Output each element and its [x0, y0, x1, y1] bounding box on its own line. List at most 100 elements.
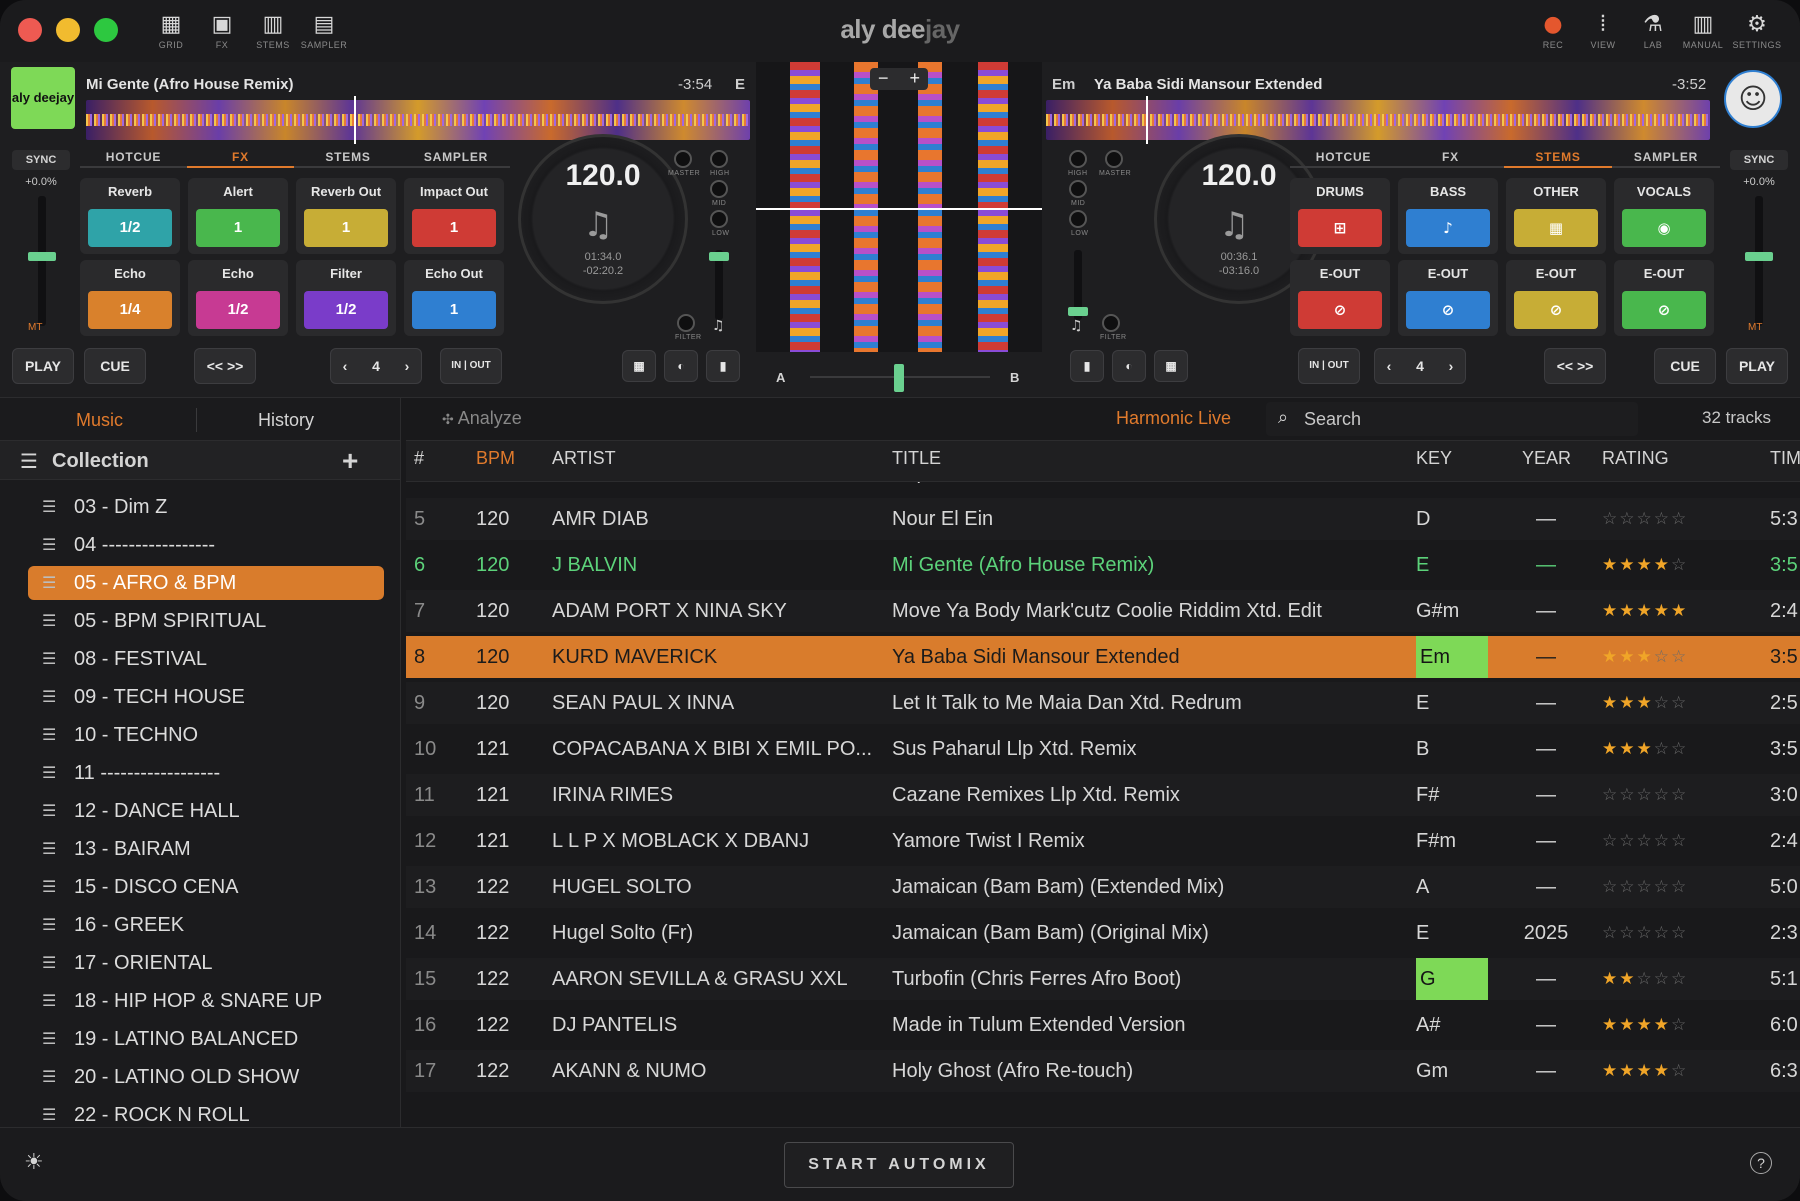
table-row[interactable]: 10 121 COPACABANA X BIBI X EMIL PO... Sus P…: [406, 728, 1800, 770]
deck-b-vocal-icon[interactable]: ◐: [1112, 350, 1146, 382]
col-artist[interactable]: ARTIST: [552, 448, 616, 469]
star-icon[interactable]: ★: [1619, 601, 1636, 621]
help-icon[interactable]: ?: [1750, 1152, 1772, 1174]
star-icon[interactable]: ★: [1602, 1015, 1619, 1035]
deck-a-headphones-icon[interactable]: ♫: [712, 318, 725, 334]
table-row[interactable]: 11 121 IRINA RIMES Cazane Remixes Llp Xtd. …: [406, 774, 1800, 816]
rating-stars[interactable]: ★★★★☆: [1602, 544, 1688, 586]
rating-stars[interactable]: ☆☆☆☆☆: [1602, 866, 1688, 908]
deck-b-filter-knob[interactable]: [1102, 314, 1120, 332]
deck-a-fx-pad[interactable]: Echo 1/2: [188, 260, 288, 336]
star-icon[interactable]: ☆: [1602, 482, 1619, 483]
star-icon[interactable]: ★: [1637, 555, 1654, 575]
table-row[interactable]: 12 121 L L P X MOBLACK X DBANJ Yamore Twist…: [406, 820, 1800, 862]
star-icon[interactable]: ☆: [1637, 785, 1654, 805]
deck-a-tab-fx[interactable]: FX: [187, 150, 294, 168]
deck-a-filter-knob[interactable]: [677, 314, 695, 332]
deck-a-fx-pad[interactable]: Alert 1: [188, 178, 288, 254]
col-title[interactable]: TITLE: [892, 448, 941, 469]
deck-a-tab-hotcue[interactable]: HOTCUE: [80, 150, 187, 168]
star-icon[interactable]: ☆: [1602, 831, 1619, 851]
star-icon[interactable]: ☆: [1602, 509, 1619, 529]
deck-b-tab-hotcue[interactable]: HOTCUE: [1290, 150, 1397, 168]
deck-b-seek-buttons[interactable]: << >>: [1544, 348, 1606, 384]
star-icon[interactable]: ☆: [1602, 923, 1619, 943]
star-icon[interactable]: ☆: [1654, 647, 1671, 667]
deck-a-tab-sampler[interactable]: SAMPLER: [402, 150, 510, 168]
star-icon[interactable]: ☆: [1671, 969, 1688, 989]
star-icon[interactable]: ☆: [1671, 785, 1688, 805]
rating-stars[interactable]: ☆☆☆☆☆: [1602, 482, 1688, 494]
star-icon[interactable]: ☆: [1654, 831, 1671, 851]
toolbar-settings-button[interactable]: ⚙ SETTINGS: [1732, 12, 1782, 56]
star-icon[interactable]: ☆: [1671, 739, 1688, 759]
table-row[interactable]: 14 122 Hugel Solto (Fr) Jamaican (Bam Bam) …: [406, 912, 1800, 954]
deck-a-play-button[interactable]: PLAY: [12, 348, 74, 384]
star-icon[interactable]: ☆: [1671, 1015, 1688, 1035]
toolbar-rec-button[interactable]: ● REC: [1528, 12, 1578, 56]
deck-b-loop-increase-icon[interactable]: ›: [1437, 349, 1465, 383]
fx-pad-beat-button[interactable]: 1: [304, 209, 388, 247]
guitar-out-icon[interactable]: ⊘: [1406, 291, 1490, 329]
deck-b-pitch-slider[interactable]: [1755, 196, 1763, 326]
star-icon[interactable]: ☆: [1619, 877, 1636, 897]
col-bpm[interactable]: BPM: [476, 448, 515, 469]
analyze-button[interactable]: ✣ Analyze: [442, 408, 522, 429]
star-icon[interactable]: ☆: [1671, 647, 1688, 667]
deck-b-pitch-handle[interactable]: [1745, 252, 1773, 261]
deck-a-vocal-icon[interactable]: ◐: [664, 350, 698, 382]
theme-toggle-icon[interactable]: ☀: [24, 1150, 44, 1175]
add-playlist-button[interactable]: +: [342, 445, 358, 477]
deck-b-play-button[interactable]: PLAY: [1726, 348, 1788, 384]
table-row[interactable]: 17 122 AKANN & NUMO Holy Ghost (Afro Re-tou…: [406, 1050, 1800, 1092]
table-row[interactable]: 15 122 AARON SEVILLA & GRASU XXL Turbofin (…: [406, 958, 1800, 1000]
fx-pad-beat-button[interactable]: 1/2: [88, 209, 172, 247]
deck-b-stem-pad[interactable]: E-OUT ⊘: [1398, 260, 1498, 336]
star-icon[interactable]: ☆: [1637, 877, 1654, 897]
keyboard-icon[interactable]: ▦: [1514, 209, 1598, 247]
deck-a-low-knob[interactable]: [710, 210, 728, 228]
star-icon[interactable]: ☆: [1654, 509, 1671, 529]
star-icon[interactable]: ☆: [1671, 509, 1688, 529]
vocal-icon[interactable]: ◉: [1622, 209, 1706, 247]
collection-header[interactable]: ☰ Collection +: [0, 440, 400, 480]
deck-a-high-knob[interactable]: [710, 150, 728, 168]
harmonic-live-toggle[interactable]: Harmonic Live: [1116, 408, 1231, 429]
table-row[interactable]: 6 120 J BALVIN Mi Gente (Afro House Remix) E…: [406, 544, 1800, 586]
deck-a-tab-stems[interactable]: STEMS: [294, 150, 402, 168]
deck-a-fx-pad[interactable]: Impact Out 1: [404, 178, 504, 254]
deck-a-fader-start-icon[interactable]: ▮: [706, 350, 740, 382]
deck-b-tab-sampler[interactable]: SAMPLER: [1612, 150, 1720, 168]
deck-a-pitch-slider[interactable]: [38, 196, 46, 326]
star-icon[interactable]: ★: [1619, 555, 1636, 575]
table-row[interactable]: 9 120 SEAN PAUL X INNA Let It Talk to Me Ma…: [406, 682, 1800, 724]
star-icon[interactable]: ☆: [1619, 785, 1636, 805]
star-icon[interactable]: ☆: [1637, 482, 1654, 483]
deck-b-volume-handle[interactable]: [1068, 307, 1088, 316]
drum-icon[interactable]: ⊞: [1298, 209, 1382, 247]
star-icon[interactable]: ☆: [1654, 923, 1671, 943]
deck-b-waveform[interactable]: [1046, 96, 1710, 144]
star-icon[interactable]: ☆: [1654, 739, 1671, 759]
star-icon[interactable]: ☆: [1671, 482, 1688, 483]
star-icon[interactable]: ★: [1637, 739, 1654, 759]
deck-b-loop-in-out[interactable]: IN | OUT: [1298, 348, 1360, 384]
rating-stars[interactable]: ★★★☆☆: [1602, 682, 1688, 724]
star-icon[interactable]: ☆: [1654, 969, 1671, 989]
rating-stars[interactable]: ★★★★☆: [1602, 1050, 1688, 1092]
table-row[interactable]: 16 122 DJ PANTELIS Made in Tulum Extended V…: [406, 1004, 1800, 1046]
star-icon[interactable]: ☆: [1654, 693, 1671, 713]
fx-pad-beat-button[interactable]: 1/2: [304, 291, 388, 329]
deck-a-fx-pad[interactable]: Reverb 1/2: [80, 178, 180, 254]
deck-a-fx-pad[interactable]: Reverb Out 1: [296, 178, 396, 254]
search-input[interactable]: ⌕ Search: [1266, 402, 1638, 436]
deck-a-mt-label[interactable]: MT: [28, 322, 42, 333]
rating-stars[interactable]: ★★★★☆: [1602, 1004, 1688, 1046]
deck-a-loop-increase-icon[interactable]: ›: [393, 349, 421, 383]
toolbar-view-button[interactable]: ⦙ VIEW: [1578, 12, 1628, 56]
deck-b-tab-stems[interactable]: STEMS: [1504, 150, 1612, 168]
guitar-icon[interactable]: ♪: [1406, 209, 1490, 247]
deck-b-playhead[interactable]: [1146, 96, 1148, 144]
fx-pad-beat-button[interactable]: 1: [196, 209, 280, 247]
star-icon[interactable]: ★: [1671, 601, 1688, 621]
